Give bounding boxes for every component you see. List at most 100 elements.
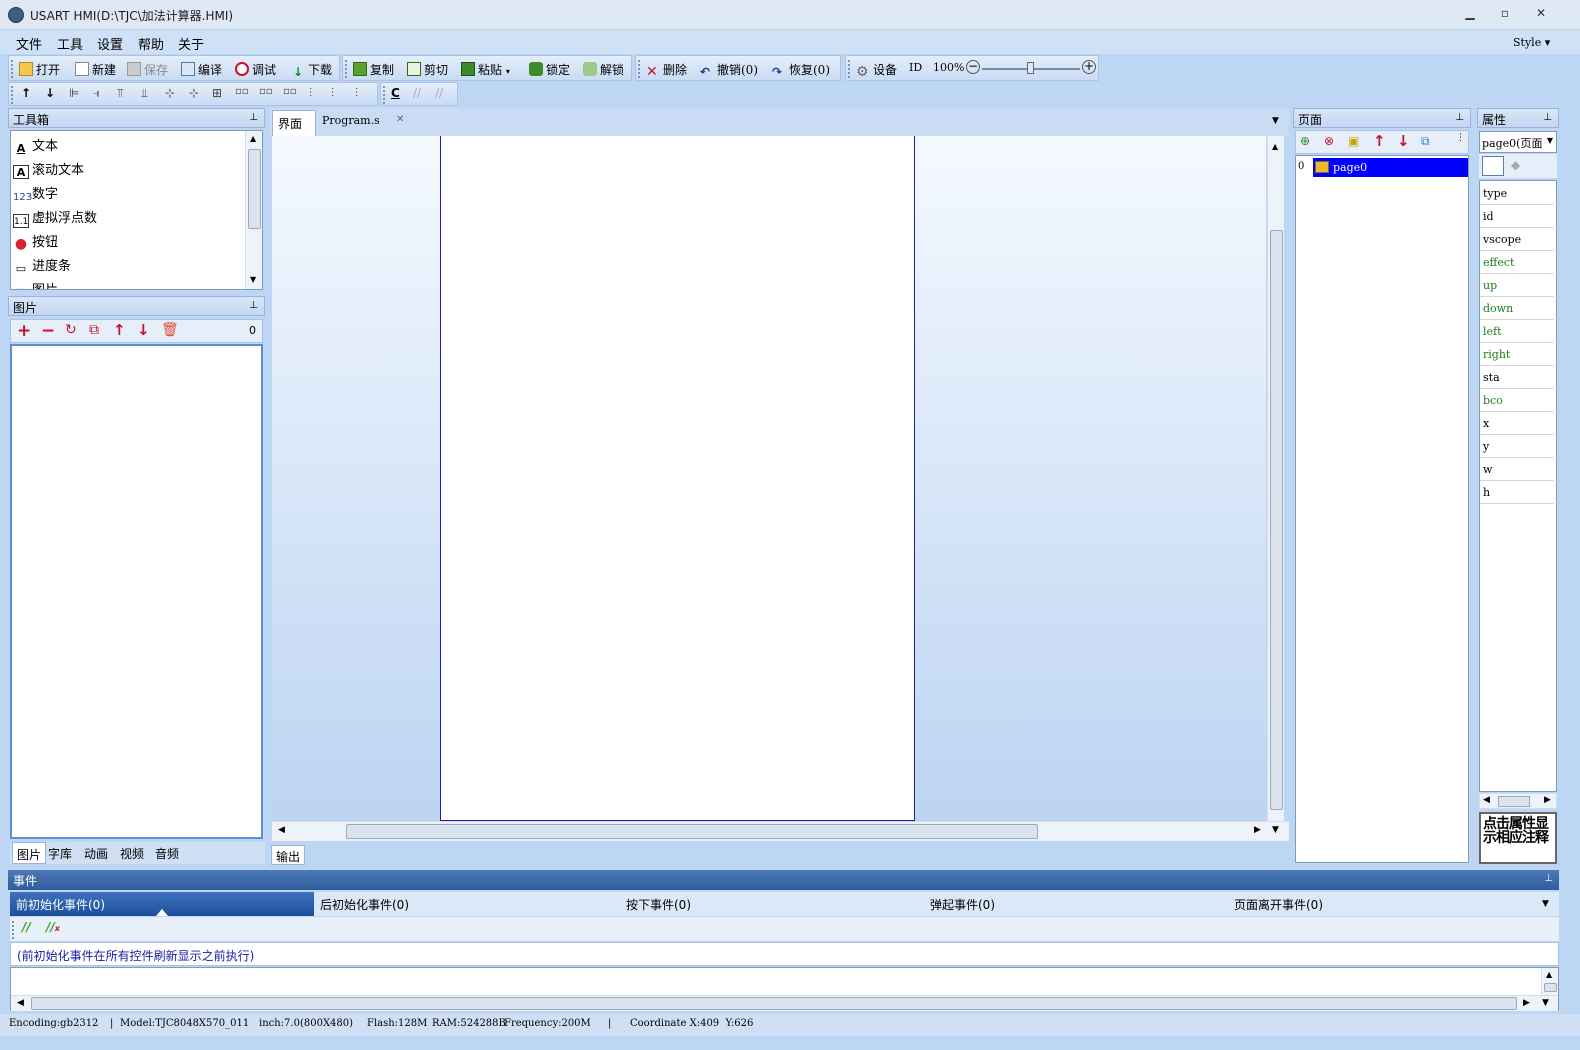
export-picture-icon[interactable]: ⧉ xyxy=(89,322,99,338)
page-up-icon[interactable]: ↑ xyxy=(1373,132,1386,150)
tab-animation[interactable]: 动画 xyxy=(84,845,108,862)
code-vertical-scrollbar[interactable]: ▲ xyxy=(1541,968,1558,996)
close-tab-icon[interactable]: ✕ xyxy=(396,114,404,125)
overflow-icon[interactable]: ⋮ xyxy=(1456,133,1465,143)
prop-type[interactable]: type xyxy=(1480,183,1554,205)
prop-x[interactable]: x xyxy=(1480,413,1554,435)
center-vertical-icon[interactable]: ⊹ xyxy=(189,86,199,100)
property-hscrollbar[interactable]: ◀ ▶ xyxy=(1479,793,1557,809)
scroll-up-icon[interactable]: ▲ xyxy=(1546,970,1552,979)
debug-button[interactable]: 调试 xyxy=(235,61,276,78)
scroll-right-icon[interactable]: ▶ xyxy=(1254,825,1261,835)
scroll-down-icon[interactable]: ▼ xyxy=(1272,825,1279,835)
canvas-vertical-scrollbar[interactable]: ▲ xyxy=(1267,136,1284,821)
toolbar-grip[interactable] xyxy=(345,60,348,78)
align-top-icon[interactable]: ⫪ xyxy=(117,86,124,101)
menu-about[interactable]: 关于 xyxy=(178,34,204,53)
picture-down-icon[interactable]: ↓ xyxy=(137,321,150,339)
id-toggle[interactable]: ID xyxy=(909,61,922,74)
copy-button[interactable]: 复制 xyxy=(353,61,394,78)
event-tab-press[interactable]: 按下事件(0) xyxy=(620,892,697,916)
tab-design[interactable]: 界面 xyxy=(272,110,316,136)
pin-icon[interactable]: ⊥ xyxy=(249,300,258,311)
page-down-icon[interactable]: ↓ xyxy=(1397,132,1410,150)
tab-pictures[interactable]: 图片 xyxy=(12,842,46,864)
page-item-page0[interactable]: page0 xyxy=(1313,158,1468,177)
pin-icon[interactable]: ⊥ xyxy=(1455,112,1464,123)
prop-down[interactable]: down xyxy=(1480,298,1554,320)
scroll-thumb[interactable] xyxy=(1498,796,1530,807)
delete-page-icon[interactable]: ⊗ xyxy=(1324,134,1334,148)
style-menu[interactable]: Style ▾ xyxy=(1513,36,1550,49)
pin-icon[interactable]: ⊥ xyxy=(1544,873,1553,884)
zoom-slider-thumb[interactable] xyxy=(1027,62,1034,74)
open-button[interactable]: 打开 xyxy=(19,61,60,78)
prop-bco[interactable]: bco xyxy=(1480,390,1554,412)
prop-vscope[interactable]: vscope xyxy=(1480,229,1554,251)
scroll-thumb[interactable] xyxy=(31,997,1517,1010)
toolbar-grip[interactable] xyxy=(383,86,386,104)
picture-up-icon[interactable]: ↑ xyxy=(113,321,126,339)
download-button[interactable]: ↓ 下载 xyxy=(291,61,332,79)
scroll-thumb[interactable] xyxy=(346,824,1038,839)
center-horizontal-icon[interactable]: ⊹ xyxy=(165,86,175,100)
tab-video[interactable]: 视频 xyxy=(120,845,144,862)
delete-button[interactable]: ✕ 删除 xyxy=(646,61,687,79)
scroll-right-icon[interactable]: ▶ xyxy=(1544,795,1551,805)
pin-icon[interactable]: ⊥ xyxy=(249,112,258,123)
menu-tools[interactable]: 工具 xyxy=(57,34,83,53)
scroll-thumb[interactable] xyxy=(1544,983,1557,992)
spacing-v2-icon[interactable]: ⫶ xyxy=(355,86,358,101)
pictures-list[interactable] xyxy=(10,344,263,839)
categorized-icon[interactable] xyxy=(1482,156,1504,176)
menu-help[interactable]: 帮助 xyxy=(138,34,164,53)
minimize-button[interactable]: ▁ xyxy=(1457,6,1483,24)
device-button[interactable]: ⚙ 设备 xyxy=(856,61,897,79)
add-picture-icon[interactable]: + xyxy=(17,321,31,341)
same-height-icon[interactable]: ⫶ xyxy=(309,86,312,101)
redo-button[interactable]: ↷ 恢复(0) xyxy=(772,61,830,79)
comment-icon[interactable]: // xyxy=(413,86,421,100)
toolbar-grip[interactable] xyxy=(12,921,15,939)
event-tab-page-exit[interactable]: 页面离开事件(0) xyxy=(1228,892,1329,916)
delete-all-pictures-icon[interactable]: 🗑 xyxy=(161,322,179,338)
design-canvas[interactable] xyxy=(272,136,1266,821)
align-bottom-icon[interactable]: ⫫ xyxy=(141,86,148,101)
undo-button[interactable]: ↶ 撤销(0) xyxy=(700,61,758,79)
toolbar-grip[interactable] xyxy=(848,60,851,78)
uncomment-icon[interactable]: // xyxy=(435,86,443,100)
prop-sta[interactable]: sta xyxy=(1480,367,1554,389)
prop-effect[interactable]: effect xyxy=(1480,252,1554,274)
scroll-left-icon[interactable]: ◀ xyxy=(17,998,24,1008)
event-tab-preinit[interactable]: 前初始化事件(0) xyxy=(10,892,314,916)
prop-id[interactable]: id xyxy=(1480,206,1554,228)
align-right-icon[interactable]: ⫣ xyxy=(93,86,100,101)
center-both-icon[interactable]: ⊞ xyxy=(212,86,222,100)
replace-picture-icon[interactable]: ↻ xyxy=(65,322,77,338)
scroll-thumb[interactable] xyxy=(248,149,261,229)
events-icon[interactable]: ◆ xyxy=(1511,158,1520,172)
prop-left[interactable]: left xyxy=(1480,321,1554,343)
scroll-right-icon[interactable]: ▶ xyxy=(1523,998,1530,1008)
toolbox-item-text[interactable]: A 文本 xyxy=(13,135,58,156)
prop-y[interactable]: y xyxy=(1480,436,1554,458)
align-left-icon[interactable]: ⊫ xyxy=(69,86,79,100)
scroll-down-icon[interactable]: ▼ xyxy=(1542,998,1549,1008)
paste-button[interactable]: 粘贴 ▾ xyxy=(461,61,510,78)
scroll-up-icon[interactable]: ▲ xyxy=(250,134,256,143)
zoom-out-icon[interactable]: − xyxy=(966,60,980,74)
toolbox-item-scroll-text[interactable]: A 滚动文本 xyxy=(13,159,84,179)
toolbar-grip[interactable] xyxy=(11,86,14,104)
compile-button[interactable]: 编译 xyxy=(181,61,222,78)
menu-settings[interactable]: 设置 xyxy=(97,34,123,53)
insert-page-icon[interactable]: ▣ xyxy=(1348,134,1359,148)
code-horizontal-scrollbar[interactable]: ◀ ▶ ▼ xyxy=(11,995,1558,1011)
prop-h[interactable]: h xyxy=(1480,482,1554,504)
scroll-left-icon[interactable]: ◀ xyxy=(1483,795,1490,805)
chevron-down-icon[interactable]: ▼ xyxy=(1547,136,1553,145)
event-tab-postinit[interactable]: 后初始化事件(0) xyxy=(314,892,415,916)
prop-right[interactable]: right xyxy=(1480,344,1554,366)
close-button[interactable]: ✕ xyxy=(1528,6,1554,24)
tab-audio[interactable]: 音频 xyxy=(155,845,179,862)
copy-attr-icon[interactable]: C xyxy=(391,86,400,100)
